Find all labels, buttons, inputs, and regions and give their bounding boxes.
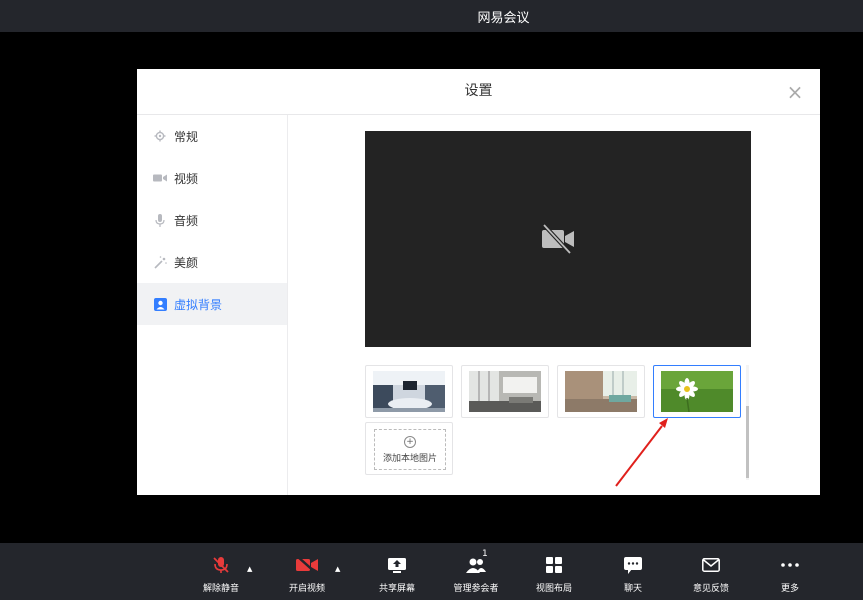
magic-wand-icon bbox=[153, 255, 167, 269]
toolbar-label: 解除静音 bbox=[202, 584, 239, 594]
feedback-button[interactable]: 意见反馈 bbox=[676, 543, 746, 600]
add-local-image-button[interactable]: + 添加本地图片 bbox=[365, 422, 453, 475]
sidebar-item-label: 虚拟背景 bbox=[174, 297, 223, 312]
participant-count: 1 bbox=[482, 549, 488, 559]
envelope-icon bbox=[676, 555, 746, 575]
toolbar-label: 开启视频 bbox=[288, 584, 325, 594]
window-titlebar: 网易会议 bbox=[0, 0, 863, 32]
window-title: 网易会议 bbox=[477, 10, 530, 26]
background-thumbnail-meeting-room[interactable] bbox=[365, 365, 453, 418]
sidebar-item-audio[interactable]: 音频 bbox=[137, 199, 287, 241]
scrollbar-thumb[interactable] bbox=[746, 406, 749, 478]
microphone-muted-icon bbox=[186, 555, 256, 575]
gear-icon bbox=[153, 129, 167, 143]
thumbnail-scrollbar[interactable] bbox=[746, 365, 749, 480]
meeting-toolbar: 解除静音 ▲ 开启视频 ▲ 共享屏幕 1 管理参会者 视图布局 聊天 意见反馈 … bbox=[0, 543, 863, 600]
dialog-title: 设置 bbox=[464, 83, 493, 99]
audio-options-caret-icon[interactable]: ▲ bbox=[247, 565, 252, 573]
meeting-room-image bbox=[373, 371, 445, 412]
participants-icon bbox=[441, 555, 511, 575]
toolbar-label: 聊天 bbox=[623, 584, 642, 594]
sidebar-item-label: 视频 bbox=[174, 171, 199, 186]
chat-bubble-icon bbox=[598, 555, 668, 575]
microphone-icon bbox=[153, 213, 167, 227]
video-options-caret-icon[interactable]: ▲ bbox=[335, 565, 340, 573]
background-thumbnail-office-lounge[interactable] bbox=[557, 365, 645, 418]
settings-sidebar: 常规 视频 音频 美颜 虚拟背景 bbox=[137, 115, 288, 495]
add-local-image-dropzone: + 添加本地图片 bbox=[374, 429, 446, 470]
unmute-button[interactable]: 解除静音 bbox=[186, 543, 256, 600]
view-layout-button[interactable]: 视图布局 bbox=[519, 543, 589, 600]
camera-off-icon bbox=[540, 223, 576, 259]
sidebar-item-label: 常规 bbox=[174, 129, 199, 144]
sidebar-item-virtual-background[interactable]: 虚拟背景 bbox=[137, 283, 287, 325]
toolbar-label: 管理参会者 bbox=[453, 584, 499, 594]
grid-layout-icon bbox=[519, 555, 589, 575]
close-icon[interactable]: × bbox=[784, 81, 806, 103]
more-button[interactable]: 更多 bbox=[755, 543, 825, 600]
sidebar-item-label: 音频 bbox=[174, 213, 199, 228]
background-thumbnail-office-windows[interactable] bbox=[461, 365, 549, 418]
background-thumbnail-daisy-on-grass[interactable] bbox=[653, 365, 741, 418]
manage-participants-button[interactable]: 1 管理参会者 bbox=[441, 543, 511, 600]
toolbar-label: 视图布局 bbox=[535, 584, 572, 594]
toolbar-label: 更多 bbox=[780, 584, 799, 594]
sidebar-item-beauty[interactable]: 美颜 bbox=[137, 241, 287, 283]
chat-button[interactable]: 聊天 bbox=[598, 543, 668, 600]
settings-dialog: 设置 × 常规 视频 音频 美颜 虚拟背景 + 添加本地图片 bbox=[137, 69, 820, 495]
portrait-icon bbox=[153, 297, 167, 311]
camera-icon bbox=[153, 171, 167, 185]
office-lounge-image bbox=[565, 371, 637, 412]
add-circle-icon: + bbox=[404, 435, 416, 448]
sidebar-item-video[interactable]: 视频 bbox=[137, 157, 287, 199]
share-screen-button[interactable]: 共享屏幕 bbox=[362, 543, 432, 600]
more-dots-icon bbox=[755, 555, 825, 575]
sidebar-item-general[interactable]: 常规 bbox=[137, 115, 287, 157]
daisy-image bbox=[661, 371, 733, 412]
start-video-button[interactable]: 开启视频 bbox=[272, 543, 342, 600]
share-screen-icon bbox=[362, 555, 432, 575]
camera-off-icon bbox=[272, 555, 342, 575]
sidebar-item-label: 美颜 bbox=[174, 255, 199, 270]
dialog-header: 设置 × bbox=[137, 69, 820, 115]
office-windows-image bbox=[469, 371, 541, 412]
add-local-image-label: 添加本地图片 bbox=[382, 453, 437, 464]
toolbar-label: 共享屏幕 bbox=[378, 584, 415, 594]
video-preview bbox=[365, 131, 751, 347]
toolbar-label: 意见反馈 bbox=[692, 584, 729, 594]
